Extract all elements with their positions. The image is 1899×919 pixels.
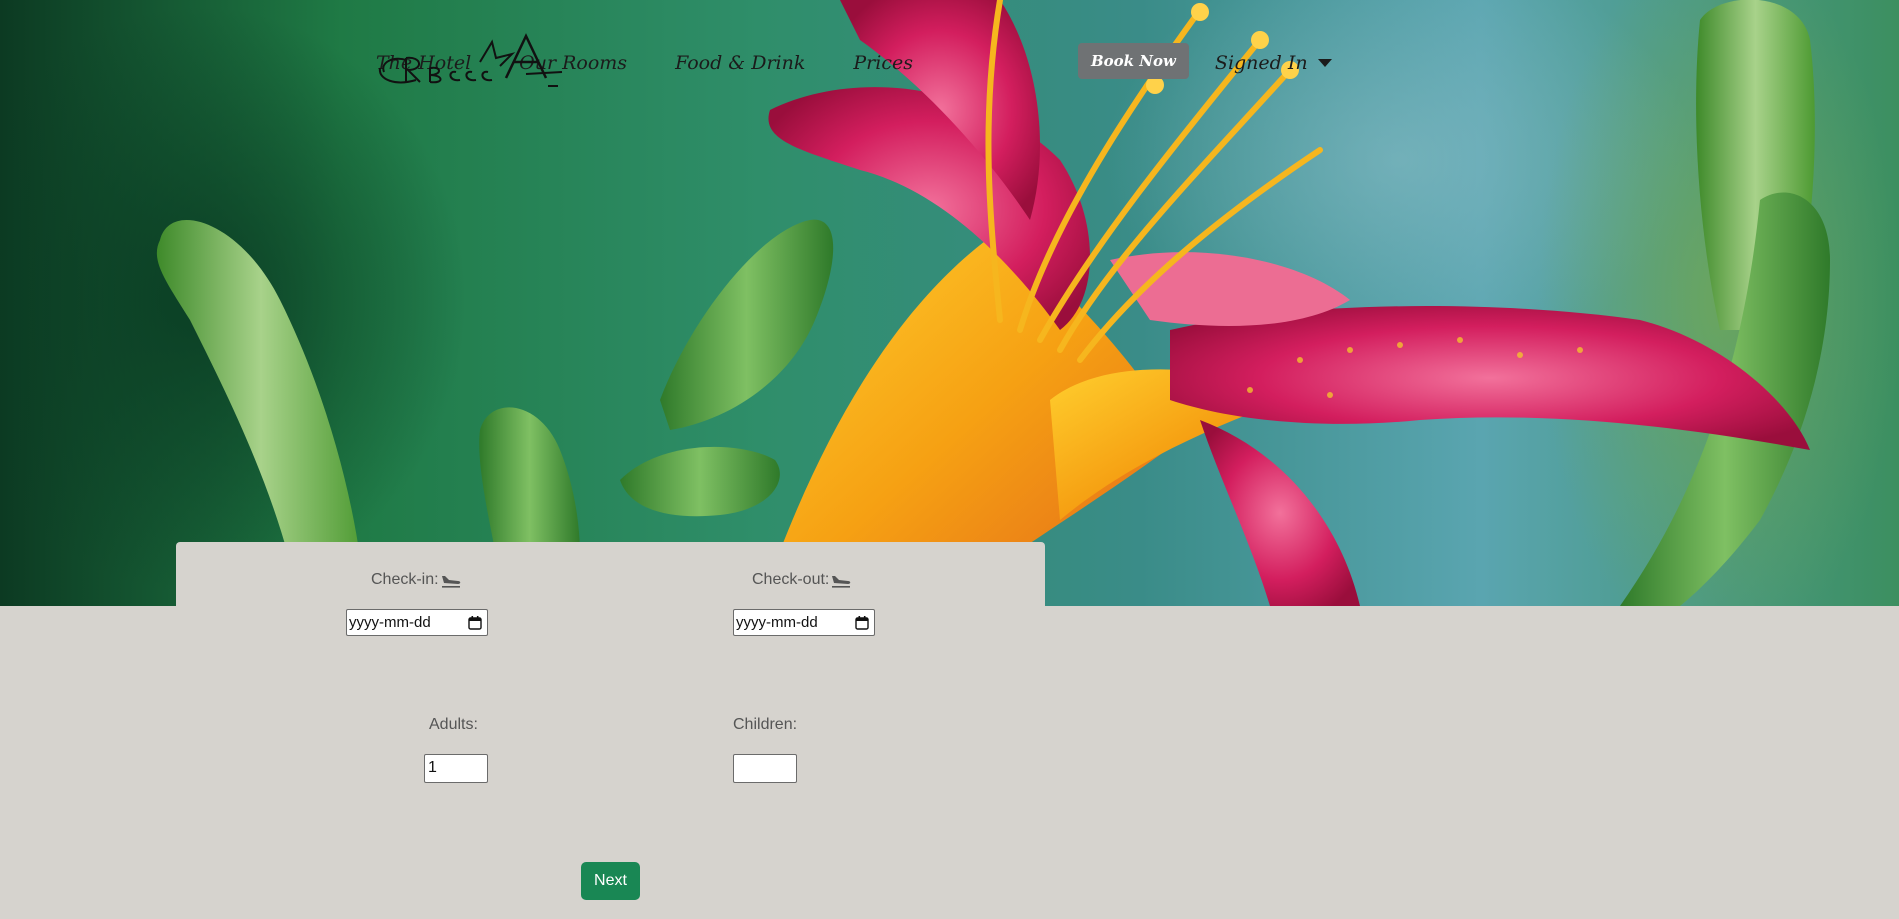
- account-dropdown-label: Signed In: [1214, 52, 1308, 74]
- plane-landing-icon: [832, 576, 851, 588]
- nav-link-prices[interactable]: Prices: [853, 52, 913, 74]
- calendar-icon[interactable]: [855, 615, 869, 630]
- checkout-date-placeholder: yyyy-mm-dd: [736, 614, 818, 631]
- nav-link-food-drink[interactable]: Food & Drink: [675, 52, 805, 74]
- page: The Hotel Our Rooms Food & Drink Prices …: [0, 0, 1899, 919]
- checkout-label: Check-out:: [752, 571, 852, 589]
- checkout-date-input[interactable]: yyyy-mm-dd: [733, 609, 875, 636]
- checkin-date-input[interactable]: yyyy-mm-dd: [346, 609, 488, 636]
- adults-label: Adults:: [429, 716, 478, 733]
- calendar-icon[interactable]: [468, 615, 482, 630]
- main-nav: The Hotel Our Rooms Food & Drink Prices …: [376, 28, 1332, 98]
- next-button[interactable]: Next: [581, 862, 640, 900]
- caret-down-icon: [1317, 59, 1332, 67]
- hotel-logo[interactable]: [376, 28, 566, 98]
- checkin-label-text: Check-in:: [371, 571, 439, 588]
- booking-form-card: [176, 542, 1045, 606]
- book-now-button[interactable]: Book Now: [1077, 43, 1189, 79]
- adults-input[interactable]: 1: [424, 754, 488, 783]
- children-label: Children:: [733, 716, 798, 733]
- account-dropdown[interactable]: Signed In: [1215, 52, 1332, 74]
- children-input[interactable]: [733, 754, 797, 783]
- hero-lily-image: The Hotel Our Rooms Food & Drink Prices …: [0, 0, 1899, 606]
- plane-landing-icon: [441, 576, 460, 588]
- checkout-label-text: Check-out:: [752, 571, 830, 588]
- checkin-date-placeholder: yyyy-mm-dd: [349, 614, 431, 631]
- checkin-label: Check-in:: [371, 571, 462, 589]
